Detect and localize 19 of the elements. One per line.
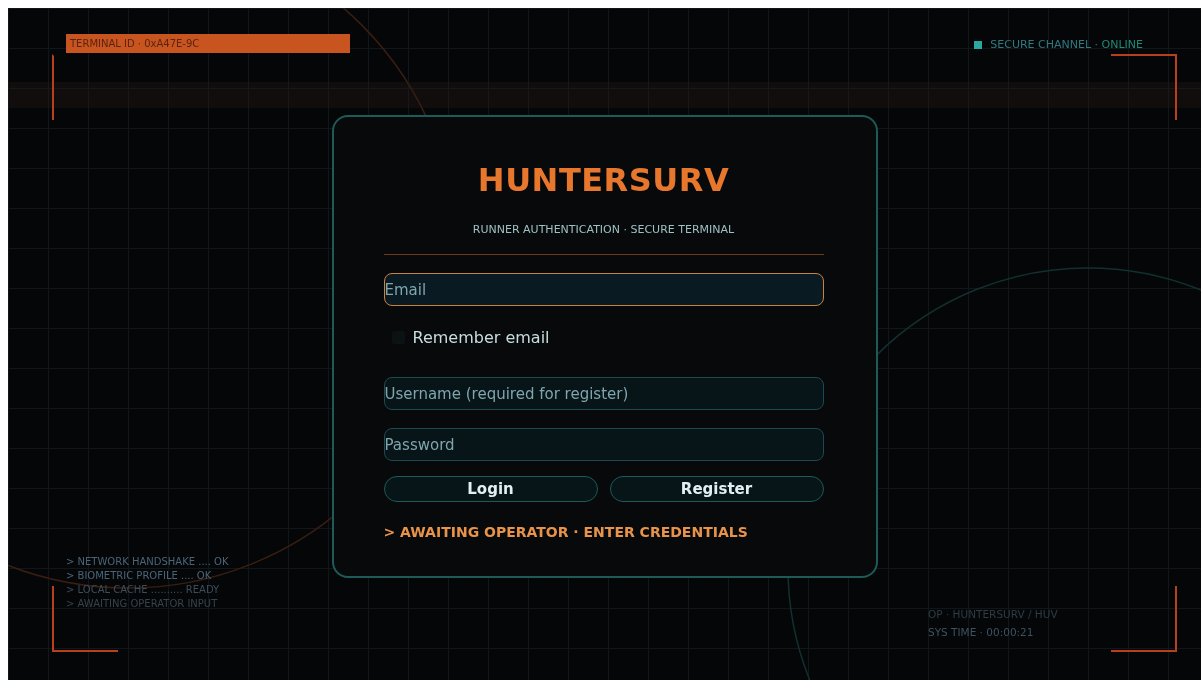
status-line: > AWAITING OPERATOR INPUT (66, 598, 219, 609)
app-title: HUNTERSURV (476, 161, 731, 199)
status-message: > AWAITING OPERATOR · ENTER CREDENTIALS (383, 524, 749, 540)
input-field[interactable]: Username (required for register) (383, 377, 824, 410)
operator-label: OP · HUNTERSURV / HUV (928, 608, 1058, 620)
input-field[interactable]: Password (383, 428, 824, 461)
status-line: > LOCAL CACHE .......... READY (66, 584, 221, 595)
corner-bracket (1111, 54, 1177, 120)
subtitle: RUNNER AUTHENTICATION · SECURE TERMINAL (471, 223, 736, 236)
login-button[interactable]: Login (383, 476, 598, 502)
channel-status: SECURE CHANNEL · ONLINE (990, 38, 1143, 51)
status-line: > BIOMETRIC PROFILE .... OK (66, 570, 213, 581)
terminal-id-badge: TERMINAL ID · 0xA47E-9C (66, 34, 350, 53)
register-button[interactable]: Register (609, 476, 824, 502)
input-field[interactable]: Email (383, 273, 824, 306)
system-time: SYS TIME · 00:00:21 (928, 626, 1035, 638)
status-line: > NETWORK HANDSHAKE .... OK (66, 556, 229, 567)
checkbox-label[interactable]: Remember email (412, 328, 550, 347)
corner-bracket (1111, 586, 1177, 652)
